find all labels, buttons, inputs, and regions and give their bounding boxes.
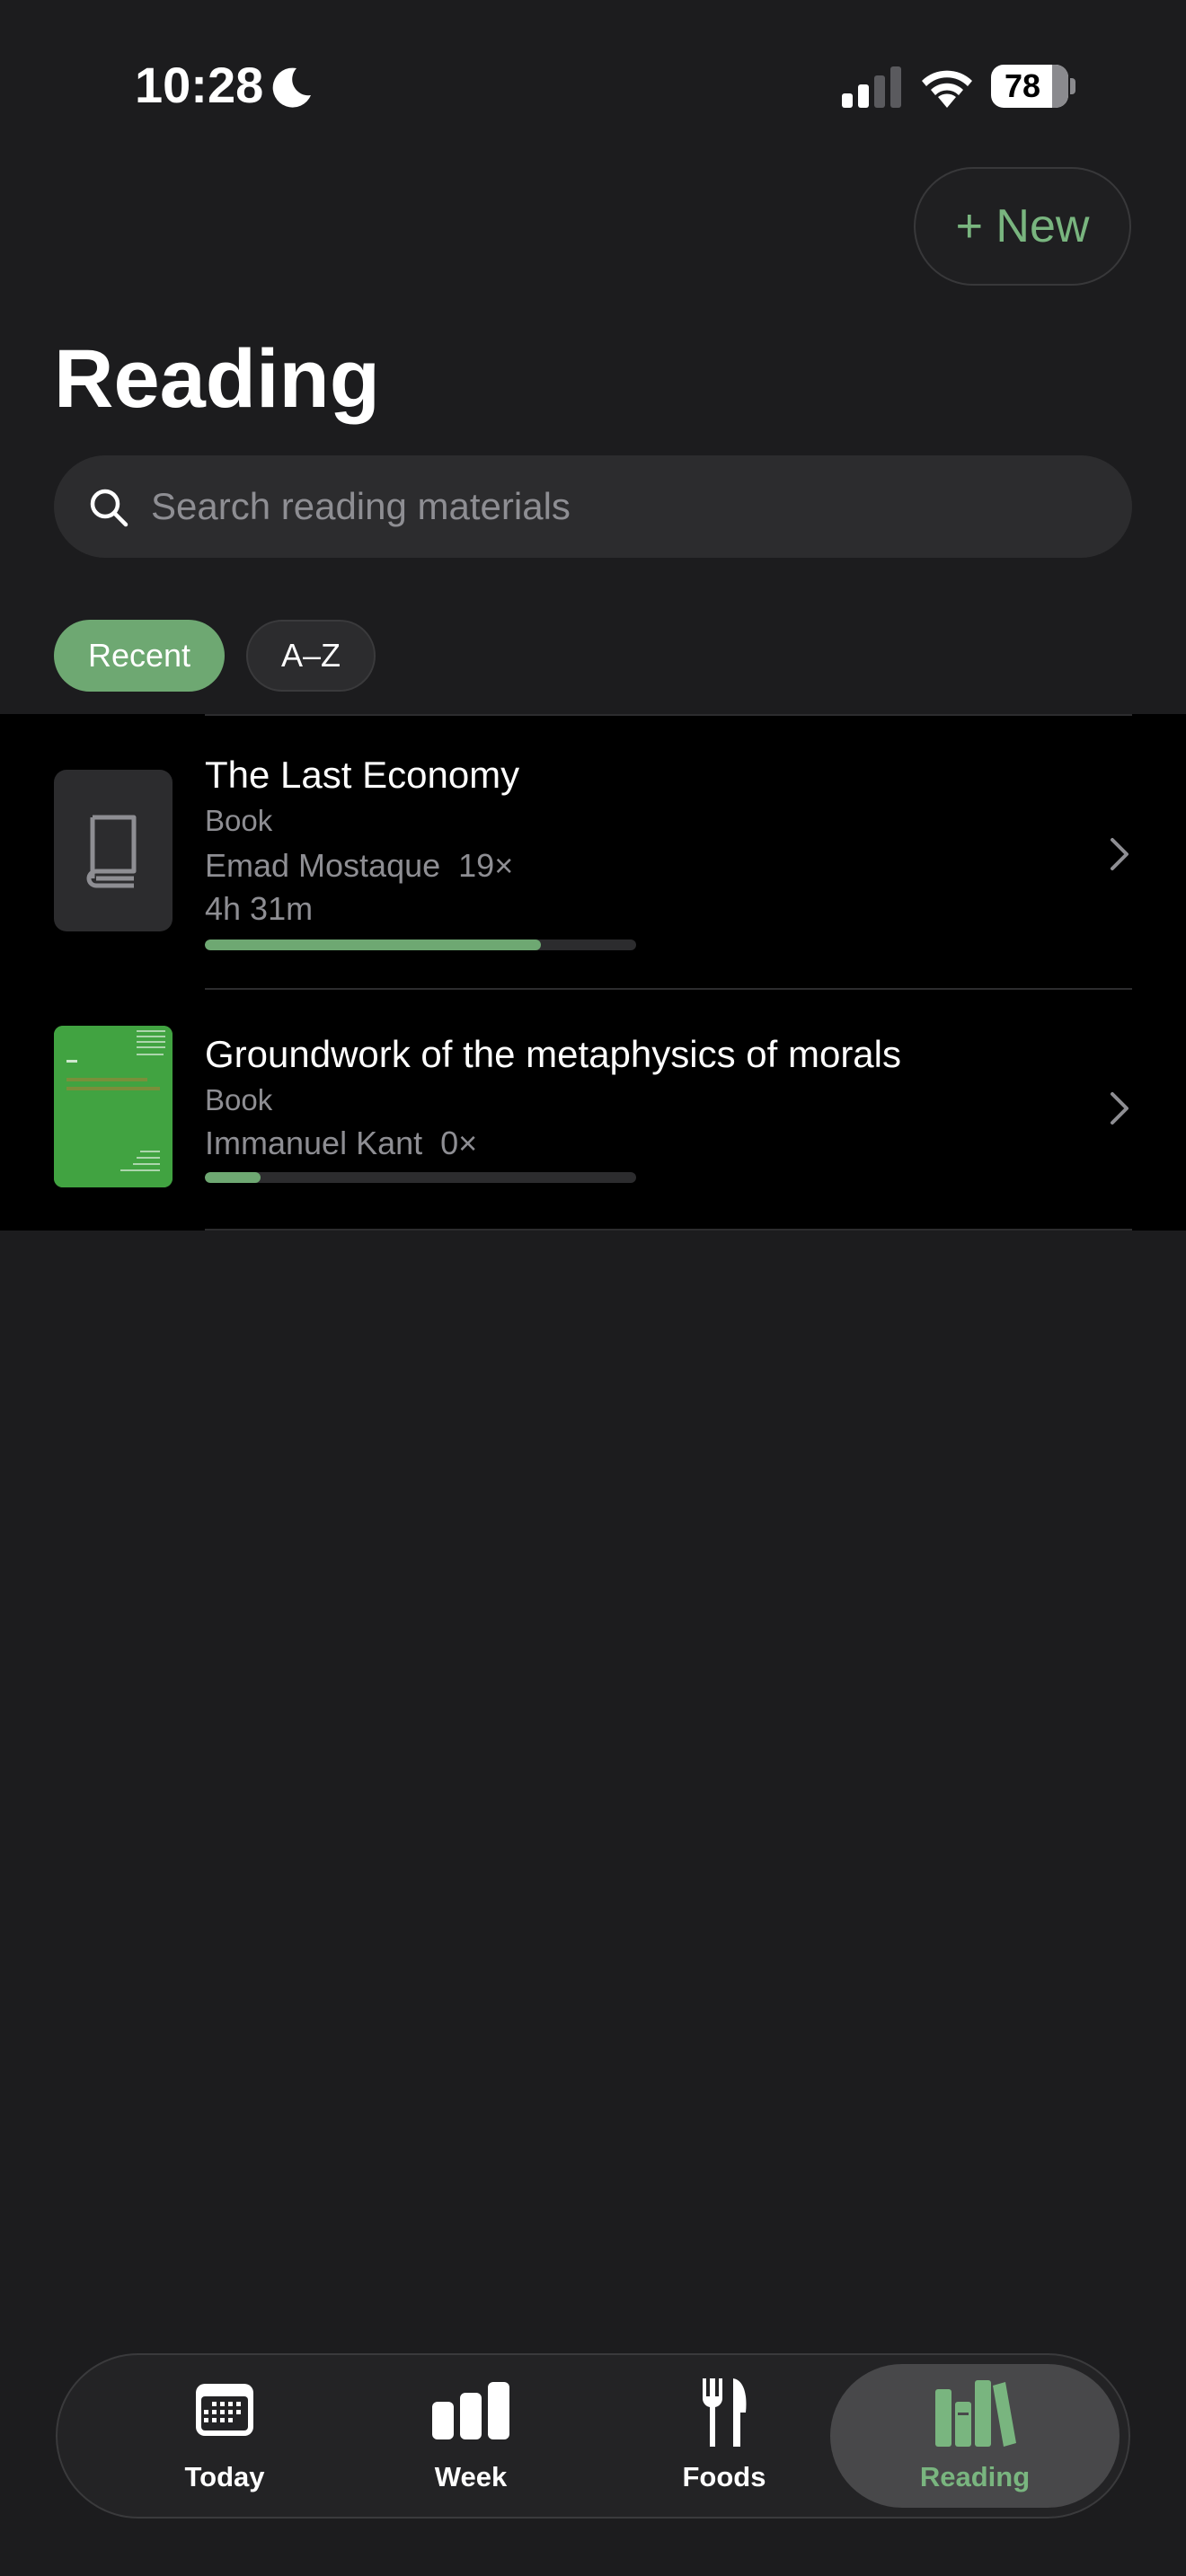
divider — [205, 1229, 1132, 1231]
sort-recent-button[interactable]: Recent — [54, 620, 225, 692]
moon-icon — [272, 67, 311, 108]
tab-reading[interactable]: Reading — [830, 2364, 1120, 2508]
search-bar[interactable] — [54, 455, 1132, 558]
item-author-count: Immanuel Kant 0× — [205, 1125, 478, 1161]
reading-screen: 10:28 78 + New Reading Search reading ma… — [0, 0, 1186, 2576]
page-title: Reading — [54, 333, 380, 425]
chevron-right-icon — [1111, 838, 1128, 870]
book-cover-image — [54, 1026, 173, 1187]
book-placeholder-icon — [54, 770, 173, 931]
wifi-icon — [922, 70, 972, 108]
status-bar: 10:28 78 — [0, 0, 1186, 171]
tab-bar: Today Week Foods Reading — [56, 2353, 1130, 2519]
bar-chart-icon — [432, 2382, 509, 2439]
item-type: Book — [205, 804, 273, 837]
tab-label: Today — [184, 2461, 265, 2492]
books-icon — [935, 2380, 1016, 2447]
calendar-icon — [196, 2384, 253, 2436]
sort-a-z-button[interactable]: A–Z — [246, 620, 376, 692]
progress-bar — [205, 1172, 636, 1183]
item-type: Book — [205, 1083, 273, 1116]
chevron-right-icon — [1111, 1092, 1128, 1125]
new-button[interactable]: + New — [914, 167, 1131, 286]
search-icon — [90, 489, 128, 527]
progress-bar — [205, 940, 636, 950]
item-duration: 4h 31m — [205, 890, 314, 927]
tab-week[interactable]: Week — [354, 2355, 588, 2517]
item-title: The Last Economy — [205, 754, 520, 796]
fork-knife-icon — [702, 2378, 747, 2447]
battery-icon: 78 — [991, 65, 1075, 108]
battery-level: 78 — [1004, 67, 1041, 104]
list-item[interactable]: The Last Economy Book Emad Mostaque 19× … — [0, 716, 1186, 990]
tab-label: Week — [434, 2461, 508, 2492]
search-input[interactable] — [151, 455, 1103, 558]
cellular-signal-icon — [842, 66, 901, 108]
tab-label: Foods — [682, 2461, 766, 2492]
tab-foods[interactable]: Foods — [607, 2355, 841, 2517]
tab-today[interactable]: Today — [108, 2355, 341, 2517]
tab-label: Reading — [919, 2461, 1031, 2492]
status-time: 10:28 — [135, 57, 264, 113]
item-title: Groundwork of the metaphysics of morals — [205, 1033, 901, 1075]
reading-list: The Last Economy Book Emad Mostaque 19× … — [0, 714, 1186, 1231]
list-item[interactable]: Groundwork of the metaphysics of morals … — [0, 990, 1186, 1229]
item-author-count: Emad Mostaque 19× — [205, 847, 514, 884]
